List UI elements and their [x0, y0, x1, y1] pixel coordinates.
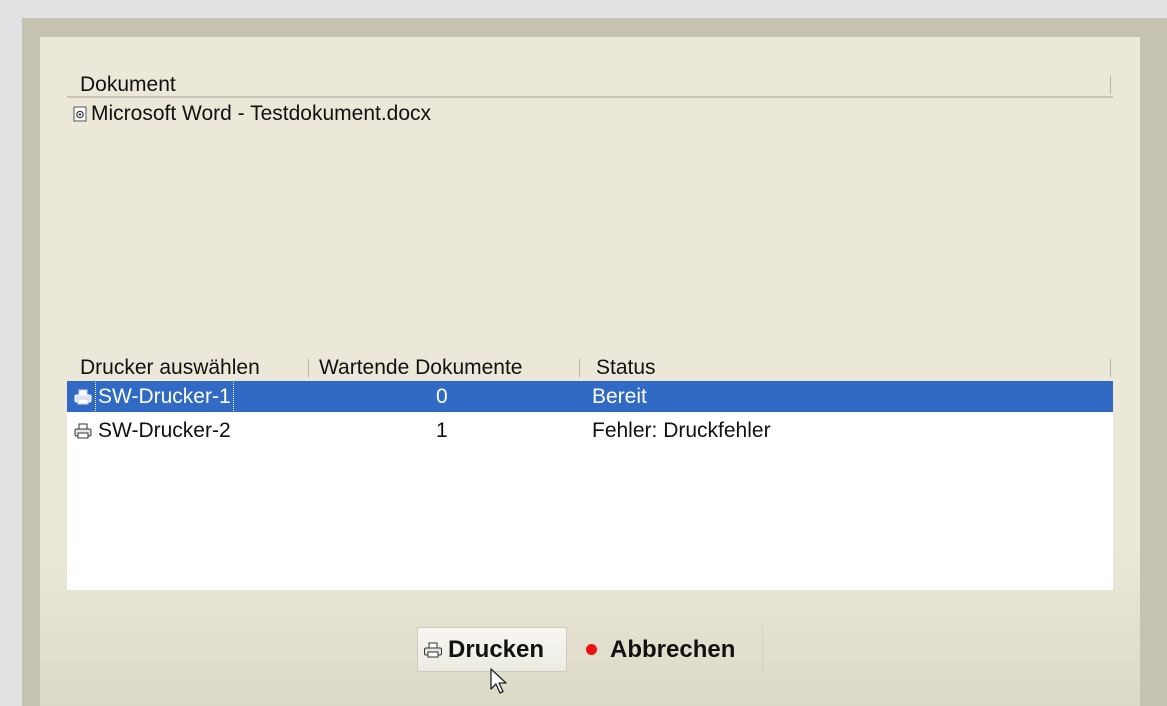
printer-name-cell: SW-Drucker-2: [74, 415, 233, 446]
header-separator: [1110, 76, 1111, 94]
printer-list-body[interactable]: SW-Drucker-1 0 Bereit SW-Drucker-2 1 Feh…: [67, 380, 1113, 590]
dialog-buttons: Drucken Abbrechen: [417, 627, 763, 674]
red-dot-icon: [586, 644, 597, 655]
column-header-status[interactable]: Status: [596, 355, 656, 379]
printer-name: SW-Drucker-1: [95, 380, 234, 413]
document-name: Microsoft Word - Testdokument.docx: [91, 102, 432, 125]
printer-icon: [74, 389, 92, 405]
header-separator: [1110, 359, 1111, 377]
printer-name-cell: SW-Drucker-1: [74, 380, 234, 413]
waiting-count: 0: [436, 385, 448, 408]
document-list-item[interactable]: Microsoft Word - Testdokument.docx: [73, 101, 431, 127]
printer-icon: [423, 642, 443, 658]
header-separator: [579, 359, 580, 377]
waiting-count: 1: [436, 419, 448, 442]
header-divider: [67, 96, 1113, 98]
document-icon: [73, 106, 87, 122]
printer-row[interactable]: SW-Drucker-2 1 Fehler: Druckfehler: [67, 415, 1113, 446]
mouse-cursor-icon: [489, 667, 511, 697]
cancel-button[interactable]: Abbrechen: [567, 627, 763, 672]
column-header-waiting[interactable]: Wartende Dokumente: [319, 355, 523, 379]
printer-row[interactable]: SW-Drucker-1 0 Bereit: [67, 380, 1113, 413]
header-separator: [308, 359, 309, 377]
printer-name: SW-Drucker-2: [98, 419, 231, 442]
column-header-document[interactable]: Dokument: [80, 72, 176, 96]
printer-status: Bereit: [592, 385, 647, 408]
printer-status: Fehler: Druckfehler: [592, 419, 771, 442]
column-header-printer[interactable]: Drucker auswählen: [80, 355, 260, 379]
cancel-button-label: Abbrechen: [610, 635, 736, 663]
print-button[interactable]: Drucken: [417, 627, 567, 672]
document-list[interactable]: Dokument Microsoft Word - Testdokument.d…: [67, 72, 1113, 342]
printer-icon: [74, 423, 92, 439]
print-button-label: Drucken: [448, 635, 545, 663]
printer-table[interactable]: Drucker auswählen Wartende Dokumente Sta…: [67, 355, 1113, 591]
